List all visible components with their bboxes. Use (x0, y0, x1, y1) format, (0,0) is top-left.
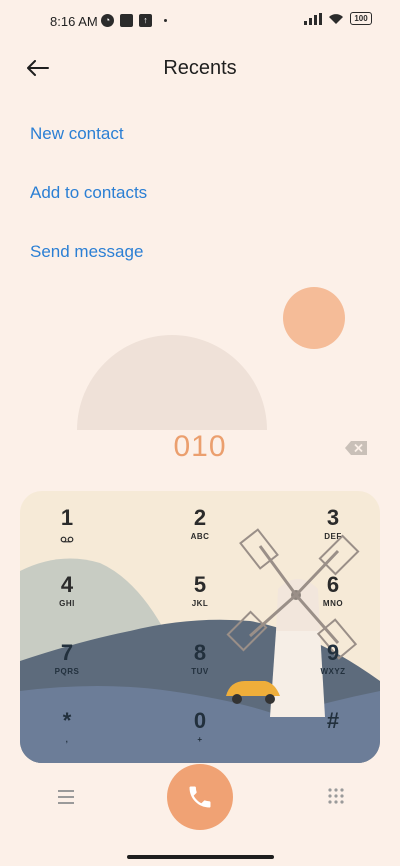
more-notifications-icon (164, 19, 167, 22)
signal-icon (304, 12, 322, 25)
clock-app-icon: ◔ (101, 14, 114, 27)
key-letters: , (65, 735, 69, 744)
dial-pad: 1 2 ABC 3 DEF 4 GHI 5 JKL 6 MNO 7 PQRS 8… (20, 491, 380, 763)
app-notification-icon (120, 14, 133, 27)
hill-illustration (77, 335, 267, 430)
key-digit: 9 (326, 640, 340, 665)
battery-icon: 100 (350, 12, 372, 25)
key-digit: * (62, 708, 72, 733)
key-digit: 7 (60, 640, 74, 665)
home-indicator[interactable] (127, 855, 274, 859)
phone-icon (189, 786, 211, 808)
key-8[interactable]: 8 TUV (160, 641, 240, 697)
key-digit: 3 (326, 505, 340, 530)
key-letters: MNO (322, 599, 344, 608)
backspace-icon[interactable] (345, 441, 367, 455)
sun-illustration (283, 287, 345, 349)
status-bar: 8:16 AM ◔ ↑ 100 (0, 0, 400, 44)
key-digit: # (326, 708, 340, 733)
key-1[interactable]: 1 (27, 506, 107, 562)
key-letters: + (197, 735, 203, 744)
call-button[interactable] (167, 764, 233, 830)
key-5[interactable]: 5 JKL (160, 573, 240, 629)
key-letters: PQRS (54, 667, 80, 676)
key-digit: 6 (326, 572, 340, 597)
key-letters: TUV (191, 667, 209, 676)
send-message-link[interactable]: Send message (30, 242, 143, 262)
notification-icons: ◔ ↑ (101, 14, 167, 27)
key-digit: 0 (193, 708, 207, 733)
key-0[interactable]: 0 + (160, 709, 240, 763)
key-digit: 8 (193, 640, 207, 665)
key-digit: 4 (60, 572, 74, 597)
key-star[interactable]: * , (27, 709, 107, 763)
key-2[interactable]: 2 ABC (160, 506, 240, 562)
key-7[interactable]: 7 PQRS (27, 641, 107, 697)
wifi-icon (329, 13, 343, 24)
voicemail-icon (60, 536, 74, 543)
upload-icon: ↑ (139, 14, 152, 27)
key-4[interactable]: 4 GHI (27, 573, 107, 629)
dialed-number: 010 (173, 430, 227, 463)
key-letters: GHI (59, 599, 75, 608)
key-letters: JKL (191, 599, 209, 608)
menu-icon[interactable] (55, 787, 77, 807)
status-time: 8:16 AM (50, 14, 98, 29)
key-letters: DEF (324, 532, 342, 541)
key-digit: 2 (193, 505, 207, 530)
key-letters: WXYZ (320, 667, 346, 676)
key-hash[interactable]: # (293, 709, 373, 763)
page-title: Recents (163, 57, 237, 79)
key-letters: ABC (190, 532, 210, 541)
key-digit: 1 (60, 505, 74, 530)
key-6[interactable]: 6 MNO (293, 573, 373, 629)
add-to-contacts-link[interactable]: Add to contacts (30, 183, 147, 203)
key-digit: 5 (193, 572, 207, 597)
key-9[interactable]: 9 WXYZ (293, 641, 373, 697)
key-3[interactable]: 3 DEF (293, 506, 373, 562)
new-contact-link[interactable]: New contact (30, 124, 124, 144)
dialpad-grid-icon[interactable] (327, 787, 345, 805)
